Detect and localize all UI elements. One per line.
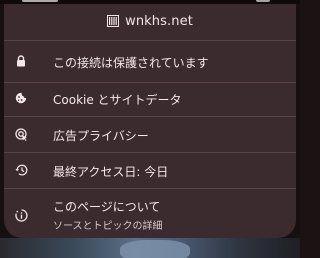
lock-icon	[14, 54, 28, 68]
row-divider	[4, 116, 296, 117]
menu-item-ad-privacy[interactable]: 広告プライバシー	[4, 123, 296, 145]
menu-item-label: 広告プライバシー	[53, 129, 149, 143]
menu-item-label: 最終アクセス日: 今日	[53, 165, 169, 179]
menu-item-label: Cookie とサイトデータ	[53, 93, 182, 107]
menu-item-sublabel: ソースとトピックの詳細	[53, 221, 163, 232]
background-page-image	[0, 238, 300, 258]
page-info-sheet: wnkhs.net この接続は保護されています Cookie とサイトデータ 広…	[4, 4, 296, 238]
row-divider	[4, 188, 296, 189]
screen: wnkhs.net この接続は保護されています Cookie とサイトデータ 広…	[0, 0, 300, 258]
menu-item-label: このページについて	[53, 200, 161, 214]
sheet-header: wnkhs.net	[4, 8, 296, 34]
info-icon	[14, 208, 28, 222]
menu-item-connection-secure[interactable]: この接続は保護されています	[4, 50, 296, 72]
menu-item-cookies[interactable]: Cookie とサイトデータ	[4, 87, 296, 109]
row-divider	[4, 152, 296, 153]
menu-item-label: この接続は保護されています	[53, 56, 209, 70]
site-favicon-icon	[107, 15, 120, 27]
header-divider	[4, 40, 296, 41]
menu-item-about-page[interactable]: このページについて ソースとトピックの詳細	[4, 196, 296, 232]
cookie-icon	[14, 91, 28, 105]
status-time-fragment	[22, 0, 58, 2]
row-divider	[4, 82, 296, 83]
history-icon	[14, 163, 28, 177]
status-icons-fragment	[256, 0, 270, 2]
ad-privacy-icon	[14, 127, 28, 141]
background-image-detail	[120, 240, 190, 258]
menu-item-last-visited[interactable]: 最終アクセス日: 今日	[4, 159, 296, 181]
site-name: wnkhs.net	[125, 13, 193, 29]
